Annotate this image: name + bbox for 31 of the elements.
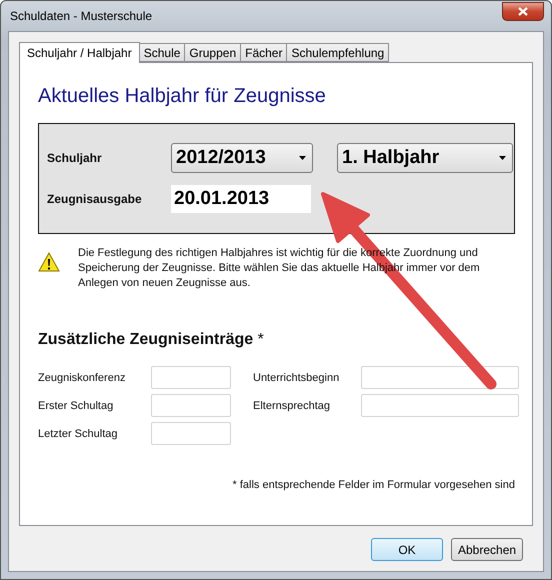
cancel-button[interactable]: Abbrechen	[451, 538, 523, 561]
input-field[interactable]	[151, 394, 231, 417]
field-label: Erster Schultag	[38, 400, 114, 412]
input-field[interactable]	[361, 366, 519, 389]
field-label: Unterrichtsbeginn	[253, 372, 340, 384]
ok-button[interactable]: OK	[371, 538, 443, 561]
footnote: * falls entsprechende Felder im Formular vorgesehen sind	[232, 479, 515, 491]
date-field[interactable]: 20.01.2013	[171, 185, 311, 213]
close-icon	[518, 6, 528, 16]
field-label: Zeugniskonferenz	[38, 372, 126, 384]
caret-icon	[299, 156, 306, 160]
half-year-dropdown[interactable]: 1. Halbjahr	[337, 143, 513, 173]
input-field[interactable]	[361, 394, 519, 417]
field-label: Zeugnisausgabe	[47, 192, 143, 206]
tab[interactable]: Gruppen	[184, 43, 242, 62]
window-title: Schuldaten - Musterschule	[9, 9, 152, 23]
section-heading: Zusätzliche Zeugniseinträge*	[38, 331, 265, 349]
tab[interactable]: Schule	[138, 43, 186, 62]
tab[interactable]: Schulempfehlung	[286, 43, 390, 62]
section-heading: Aktuelles Halbjahr für Zeugnisse	[38, 85, 327, 108]
school-year-dropdown[interactable]: 2012/2013	[171, 143, 313, 173]
tab[interactable]: Schuljahr / Halbjahr	[19, 42, 140, 63]
input-field[interactable]	[151, 366, 231, 389]
close-button[interactable]	[502, 2, 544, 20]
field-label: Elternsprechtag	[253, 400, 332, 412]
input-field[interactable]	[151, 422, 231, 445]
field-label: Letzter Schultag	[38, 428, 118, 440]
caret-icon	[499, 156, 506, 160]
tab[interactable]: Fächer	[240, 43, 288, 62]
warning-icon	[38, 252, 60, 272]
field-label: Schuljahr	[47, 151, 103, 165]
